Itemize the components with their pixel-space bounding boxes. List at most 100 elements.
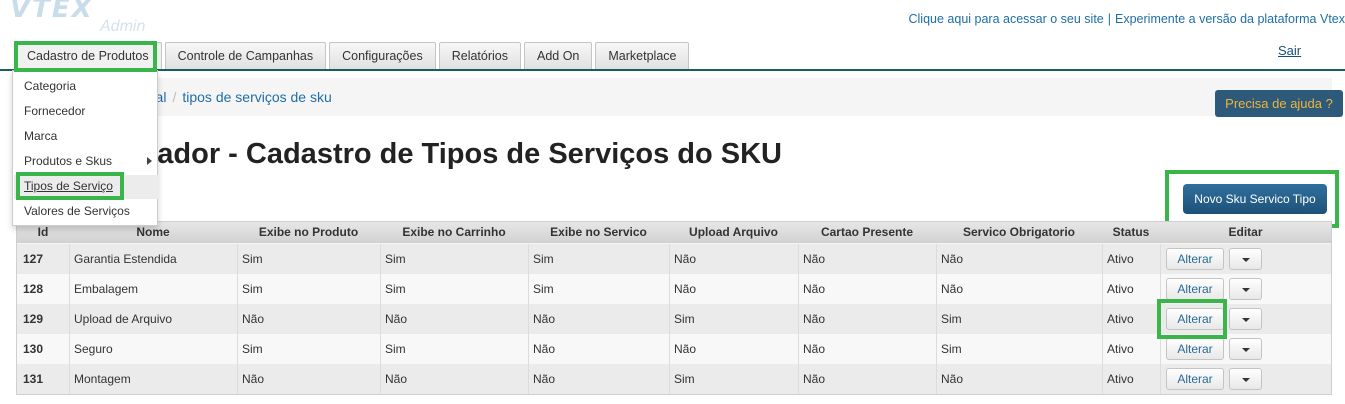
help-button[interactable]: Precisa de ajuda ?: [1215, 90, 1343, 117]
chevron-down-icon[interactable]: [1229, 338, 1262, 360]
cell-nome: Seguro: [69, 334, 237, 364]
cell-status: Ativo: [1102, 364, 1160, 394]
cell-exibe-servico: Não: [528, 334, 669, 364]
cell-exibe-servico: Sim: [528, 274, 669, 304]
chevron-down-icon[interactable]: [1229, 368, 1262, 390]
cell-exibe-produto: Sim: [237, 274, 380, 304]
cell-exibe-servico: Não: [528, 304, 669, 334]
cell-exibe-produto: Sim: [237, 244, 380, 274]
cell-servico-obrigatorio: Não: [936, 244, 1102, 274]
table-row: 130 Seguro Sim Sim Não Não Não Sim Ativo Alterar: [17, 334, 1331, 364]
link-separator: |: [1107, 12, 1112, 26]
page-title: rador - Cadastro de Tipos de Serviços do…: [146, 138, 783, 170]
cell-cartao-presente: Não: [798, 334, 936, 364]
new-sku-service-type-button[interactable]: Novo Sku Servico Tipo: [1183, 184, 1327, 214]
cell-upload-arquivo: Não: [669, 244, 798, 274]
cell-exibe-produto: Não: [237, 304, 380, 334]
cell-status: Ativo: [1102, 304, 1160, 334]
cell-id: 131: [23, 372, 44, 386]
breadcrumb-current[interactable]: tipos de serviços de sku: [182, 89, 331, 105]
cell-nome: Garantia Estendida: [69, 244, 237, 274]
header-editar: Editar: [1228, 225, 1263, 239]
cell-upload-arquivo: Sim: [669, 304, 798, 334]
cell-status: Ativo: [1102, 274, 1160, 304]
header-exibe-carrinho: Exibe no Carrinho: [402, 225, 506, 239]
cell-servico-obrigatorio: Sim: [936, 304, 1102, 334]
cell-upload-arquivo: Não: [669, 274, 798, 304]
breadcrumb-separator: /: [172, 89, 177, 105]
highlight-alterar-button: [1157, 299, 1227, 339]
cell-servico-obrigatorio: Sim: [936, 334, 1102, 364]
cell-upload-arquivo: Sim: [669, 364, 798, 394]
header-servico-obrigatorio: Servico Obrigatorio: [962, 225, 1076, 239]
header-upload-arquivo: Upload Arquivo: [689, 225, 778, 239]
cell-cartao-presente: Não: [798, 364, 936, 394]
menu-item-marca[interactable]: Marca: [24, 129, 57, 143]
chevron-down-icon[interactable]: [1229, 278, 1262, 300]
cell-exibe-carrinho: Não: [380, 304, 528, 334]
header-nome: Nome: [136, 225, 170, 239]
tab-add-on[interactable]: Add On: [524, 42, 593, 69]
menu-item-fornecedor[interactable]: Fornecedor: [24, 104, 85, 118]
cell-exibe-carrinho: Sim: [380, 274, 528, 304]
header-exibe-produto: Exibe no Produto: [258, 225, 359, 239]
tab-marketplace[interactable]: Marketplace: [595, 42, 690, 69]
platform-link[interactable]: Experimente a versão da plataforma Vtex: [1115, 12, 1345, 26]
cell-exibe-carrinho: Sim: [380, 244, 528, 274]
site-link[interactable]: Clique aqui para acessar o seu site: [909, 12, 1104, 26]
menu-item-categoria[interactable]: Categoria: [24, 79, 76, 93]
products-dropdown-menu: Categoria Fornecedor Marca Produtos e Sk…: [12, 70, 158, 226]
cell-id: 129: [23, 312, 44, 326]
table-row: 129 Upload de Arquivo Não Não Não Sim Não Sim At…: [17, 304, 1331, 334]
chevron-down-icon[interactable]: [1229, 308, 1262, 330]
tab-configuracoes[interactable]: Configurações: [329, 42, 436, 69]
header-exibe-servico: Exibe no Servico: [550, 225, 647, 239]
table-row: 127 Garantia Estendida Sim Sim Sim Não Não Não A…: [17, 244, 1331, 274]
logo-text: VTEX: [10, 0, 94, 24]
table-row: 131 Montagem Não Não Não Sim Não Não Ativo Altera…: [17, 364, 1331, 394]
chevron-down-icon[interactable]: [1229, 248, 1262, 270]
vtex-logo: VTEX Admin: [6, 0, 156, 36]
submenu-arrow-icon: [147, 157, 152, 165]
cell-upload-arquivo: Não: [669, 334, 798, 364]
cell-cartao-presente: Não: [798, 274, 936, 304]
menu-item-produtos-e-skus[interactable]: Produtos e Skus: [24, 154, 112, 168]
cell-nome: Upload de Arquivo: [69, 304, 237, 334]
cell-cartao-presente: Não: [798, 304, 936, 334]
table-header: Id Nome Exibe no Produto Exibe no Carrin…: [17, 222, 1331, 243]
menu-item-valores-de-servicos[interactable]: Valores de Serviços: [24, 204, 130, 218]
cell-status: Ativo: [1102, 244, 1160, 274]
alterar-button[interactable]: Alterar: [1166, 368, 1224, 390]
cell-exibe-servico: Não: [528, 364, 669, 394]
tab-relatorios[interactable]: Relatórios: [438, 42, 521, 69]
logo-subtitle: Admin: [100, 18, 146, 35]
alterar-button[interactable]: Alterar: [1166, 278, 1224, 300]
tab-divider: [0, 69, 1345, 71]
cell-exibe-carrinho: Sim: [380, 334, 528, 364]
header-cartao-presente: Cartao Presente: [820, 225, 914, 239]
cell-id: 128: [23, 282, 44, 296]
cell-status: Ativo: [1102, 334, 1160, 364]
cell-exibe-servico: Sim: [528, 244, 669, 274]
highlight-tipos-de-servico: [16, 172, 124, 200]
cell-cartao-presente: Não: [798, 244, 936, 274]
header-status: Status: [1112, 225, 1150, 239]
highlight-tab: [14, 41, 157, 72]
cell-id: 130: [23, 342, 44, 356]
cell-exibe-produto: Não: [237, 364, 380, 394]
cell-exibe-produto: Sim: [237, 334, 380, 364]
logout-link[interactable]: Sair: [1278, 43, 1301, 58]
alterar-button[interactable]: Alterar: [1166, 338, 1224, 360]
cell-servico-obrigatorio: Não: [936, 364, 1102, 394]
breadcrumb: ercial/tipos de serviços de sku: [133, 89, 332, 105]
cell-id: 127: [23, 252, 44, 266]
cell-exibe-carrinho: Não: [380, 364, 528, 394]
cell-nome: Embalagem: [69, 274, 237, 304]
alterar-button[interactable]: Alterar: [1166, 248, 1224, 270]
cell-servico-obrigatorio: Não: [936, 274, 1102, 304]
services-table: Id Nome Exibe no Produto Exibe no Carrin…: [16, 221, 1332, 395]
table-row: 128 Embalagem Sim Sim Sim Não Não Não Ativo Alter…: [17, 274, 1331, 304]
tab-controle-de-campanhas[interactable]: Controle de Campanhas: [164, 42, 327, 69]
header-id: Id: [37, 225, 49, 239]
cell-nome: Montagem: [69, 364, 237, 394]
